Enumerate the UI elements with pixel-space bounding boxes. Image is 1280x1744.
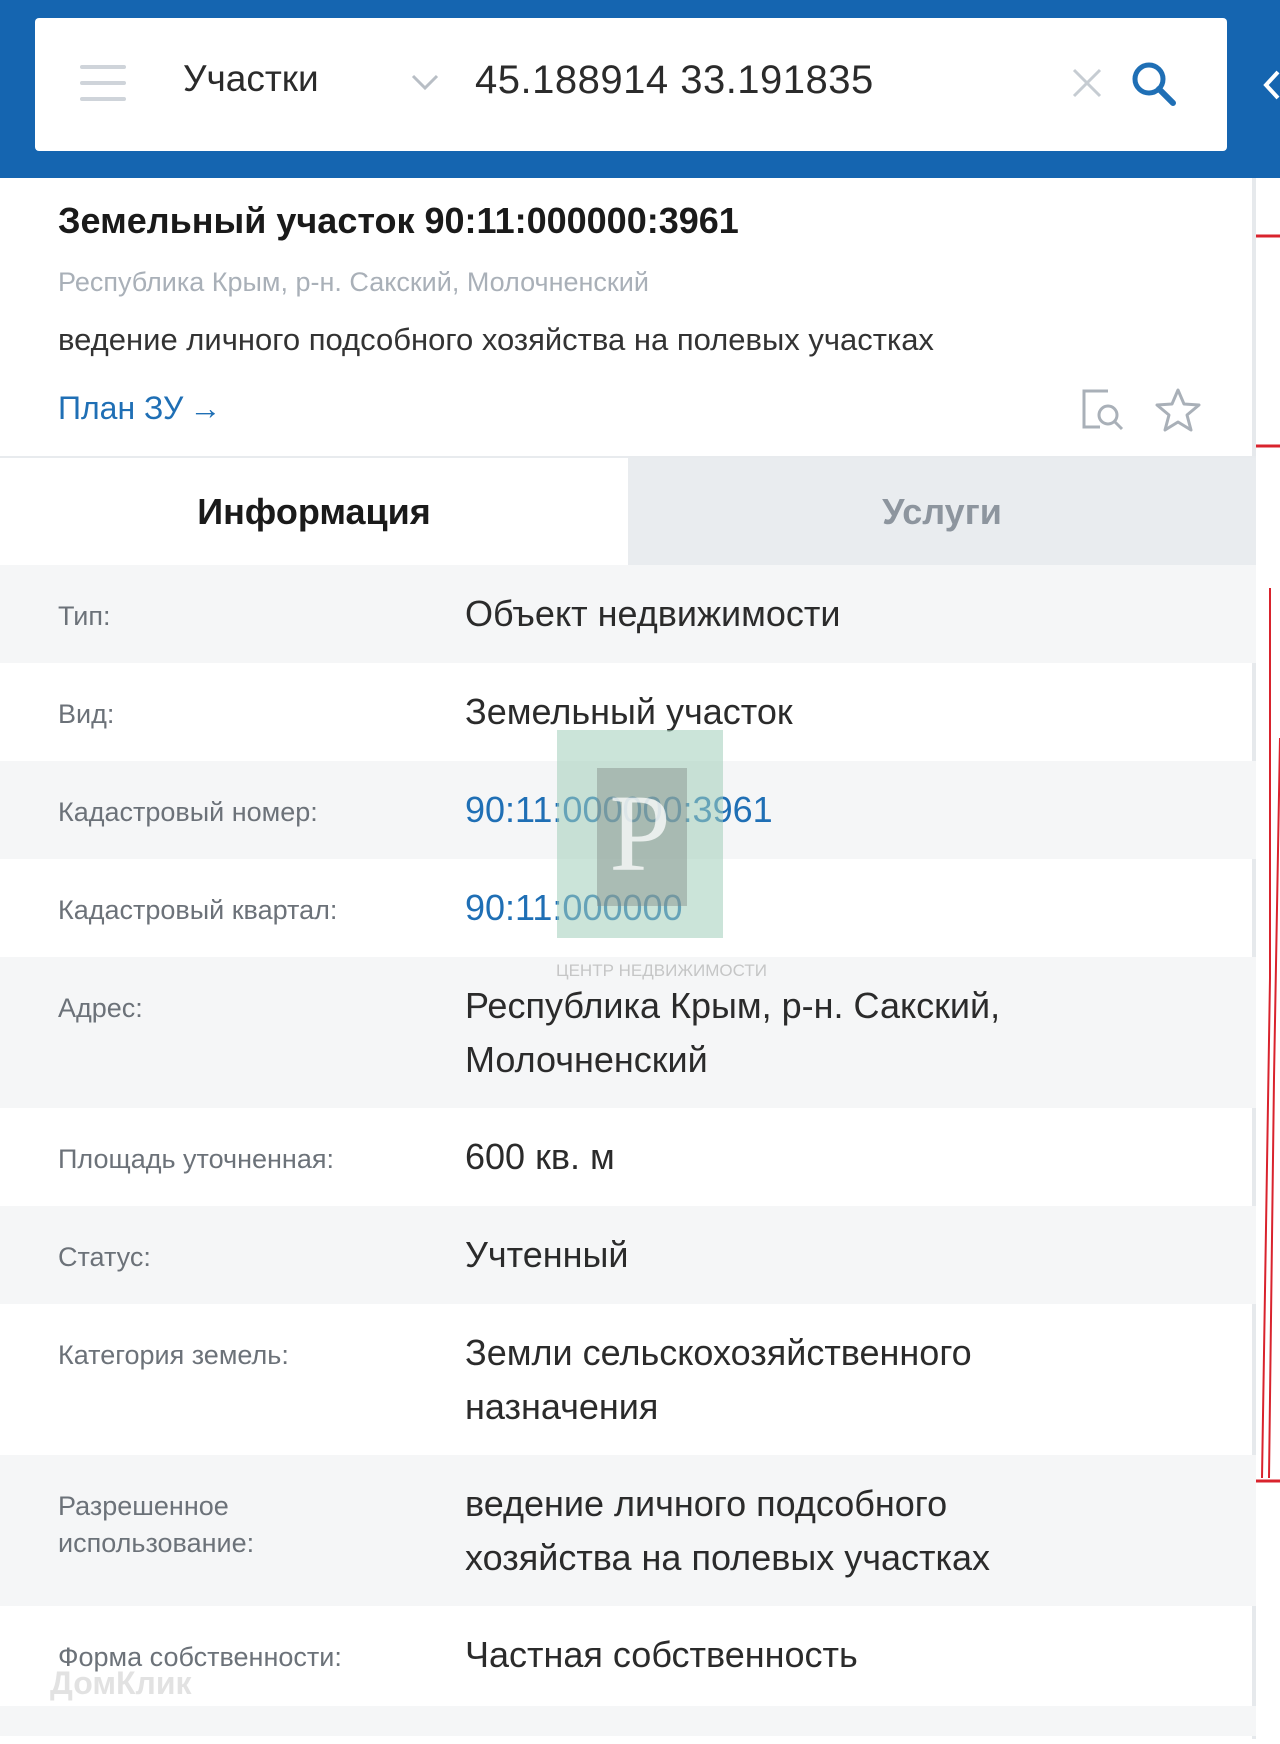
info-value: Учтенный — [465, 1234, 629, 1275]
info-value: Объект недвижимости — [465, 593, 841, 634]
info-value: ведение личного подсобного хозяйства на … — [465, 1477, 1205, 1585]
search-icon[interactable] — [1129, 59, 1179, 109]
info-label: Кадастровый номер: — [58, 797, 318, 827]
info-value: Земли сельскохозяйственного назначения — [465, 1326, 1205, 1434]
info-label: Тип: — [58, 601, 111, 631]
info-value-line: Молочненский — [465, 1039, 708, 1080]
top-bar: Участки 45.188914 33.191835 — [0, 0, 1280, 178]
info-label: Статус: — [58, 1242, 151, 1272]
info-label: Площадь уточненная: — [58, 1144, 334, 1174]
tab-information[interactable]: Информация — [0, 458, 628, 565]
layer-select[interactable]: Участки — [183, 58, 319, 100]
logo-caption: ЦЕНТР НЕДВИЖИМОСТИ — [556, 961, 767, 980]
plan-link[interactable]: План ЗУ → — [58, 390, 221, 427]
plan-link-label: План ЗУ — [58, 390, 184, 426]
info-row-status: Статус: Учтенный — [0, 1206, 1256, 1304]
tab-services[interactable]: Услуги — [628, 458, 1256, 565]
star-icon[interactable] — [1154, 387, 1202, 433]
parcel-boundary — [1256, 234, 1280, 1483]
info-label-line: Разрешенное — [58, 1491, 229, 1521]
info-value-line: ведение личного подсобного — [465, 1483, 948, 1524]
info-row-type: Тип: Объект недвижимости — [0, 565, 1256, 663]
info-value: 600 кв. м — [465, 1136, 615, 1177]
info-value: Республика Крым, р-н. Сакский, Молочненс… — [465, 979, 1205, 1087]
map-area[interactable] — [1256, 178, 1280, 1739]
search-input[interactable]: 45.188914 33.191835 — [475, 58, 874, 103]
parcel-purpose: ведение личного подсобного хозяйства на … — [58, 322, 934, 357]
arrow-right-icon: → — [189, 390, 222, 426]
info-value-line: хозяйства на полевых участках — [465, 1537, 991, 1578]
logo-letters: Р — [597, 768, 687, 906]
chevron-down-icon[interactable] — [410, 72, 440, 92]
logo-watermark: Р — [557, 730, 723, 938]
hamburger-icon[interactable] — [80, 65, 126, 103]
info-row-next — [0, 1706, 1256, 1736]
brand-watermark: ДомКлик — [50, 1665, 192, 1701]
info-value-line: назначения — [465, 1386, 659, 1427]
close-icon[interactable] — [1070, 66, 1104, 100]
info-label-line: использование: — [58, 1528, 255, 1558]
info-row-area: Площадь уточненная: 600 кв. м — [0, 1108, 1256, 1206]
info-label: Категория земель: — [58, 1340, 289, 1370]
info-value: Частная собственность — [465, 1634, 858, 1675]
svg-text:Р: Р — [609, 772, 670, 894]
info-label: Разрешенное использование: — [58, 1488, 254, 1562]
parcel-address: Республика Крым, р-н. Сакский, Молочненс… — [58, 267, 649, 297]
chevron-left-icon[interactable] — [1262, 68, 1280, 102]
document-search-icon[interactable] — [1078, 385, 1126, 433]
info-row-land-category: Категория земель: Земли сельскохозяйстве… — [0, 1304, 1256, 1455]
info-value-line: Республика Крым, р-н. Сакский, — [465, 985, 1001, 1026]
search-box: Участки 45.188914 33.191835 — [35, 18, 1227, 151]
info-value-line: Земли сельскохозяйственного — [465, 1332, 972, 1373]
info-label: Кадастровый квартал: — [58, 895, 338, 925]
info-label: Адрес: — [58, 993, 143, 1023]
parcel-title: Земельный участок 90:11:000000:3961 — [58, 200, 739, 241]
info-label: Вид: — [58, 699, 115, 729]
info-row-permitted-use: Разрешенное использование: ведение лично… — [0, 1455, 1256, 1606]
